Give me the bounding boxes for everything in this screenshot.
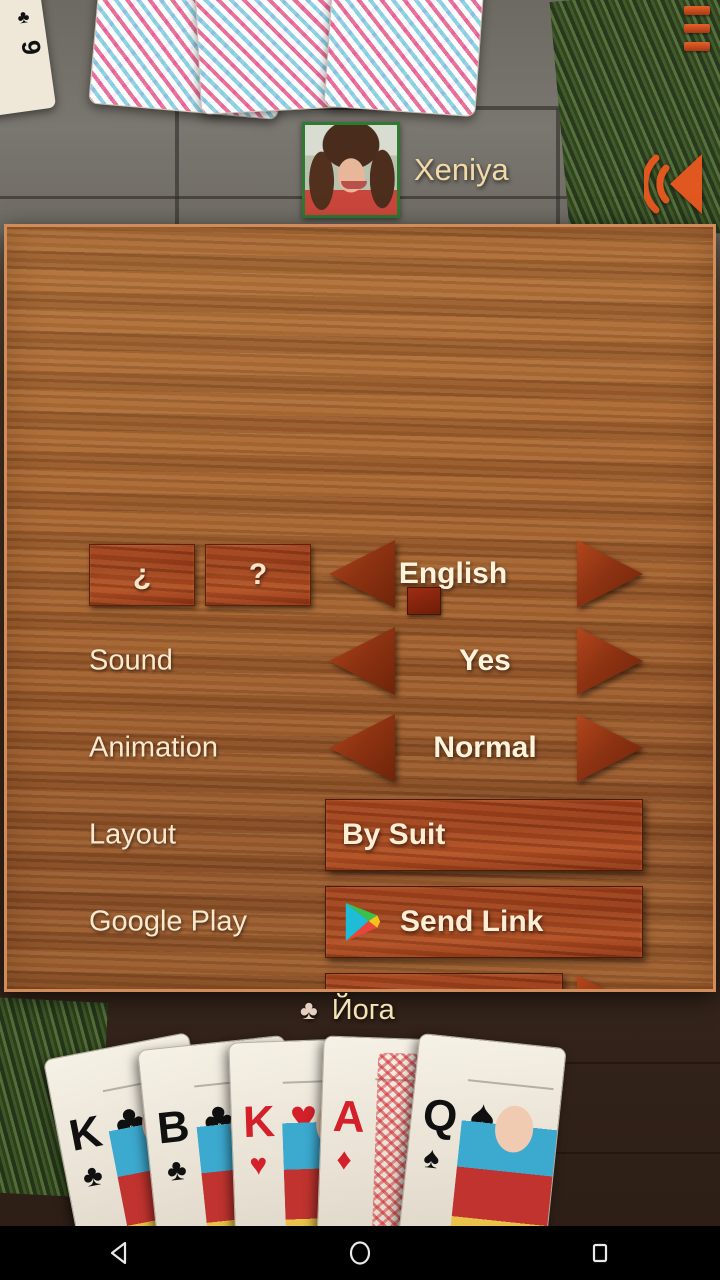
language-next-button[interactable] [573,538,647,610]
card-rank: K [242,1097,276,1148]
settings-row-layout: Layout By Suit [7,792,713,878]
club-suit-icon: ♣ [16,6,31,28]
recents-square-icon[interactable] [558,1226,642,1280]
card-suit-small: ♦ [335,1143,353,1177]
card-rank: B [154,1101,192,1154]
settings-panel: ¿ ? English Sound Yes Animation Normal L… [4,224,716,992]
internet-button[interactable]: Internet [325,973,563,989]
google-play-value: Send Link [400,905,544,938]
send-link-button[interactable]: Send Link [325,886,643,958]
card-rank: 9 [15,38,47,57]
avatar[interactable] [302,122,400,218]
settings-row-animation: Animation Normal [7,705,713,791]
card-suit-small: ♣ [165,1152,189,1188]
card-suit-small: ♠ [421,1141,442,1176]
sound-prev-button[interactable] [325,625,399,697]
layout-label: Layout [89,818,177,851]
top-player-info: Xeniya [302,122,509,218]
avatar-photo [305,125,397,215]
floor-seam [556,108,560,224]
settings-row-language: English [7,531,713,617]
settings-row-play: Play Internet [7,966,713,989]
android-nav-bar [0,1226,720,1280]
back-triangle-icon[interactable] [78,1226,162,1280]
sound-label: Sound [89,644,173,677]
settings-row-google-play: Google Play Send Link [7,879,713,965]
sound-value: Yes [459,644,511,677]
layout-value-button[interactable]: By Suit [325,799,643,871]
language-prev-button[interactable] [325,538,399,610]
menu-bar [684,6,710,15]
google-play-icon [342,901,382,943]
settings-row-sound: Sound Yes [7,618,713,704]
hamburger-menu-icon[interactable] [684,6,710,60]
card-border-line [467,1079,554,1091]
menu-bar [684,42,710,51]
top-player-name: Xeniya [414,152,509,187]
menu-bar [684,24,710,33]
google-play-label: Google Play [89,905,247,938]
play-start-button[interactable] [573,973,647,989]
card-suit-small: ♥ [249,1148,268,1182]
animation-label: Animation [89,731,218,764]
animation-value: Normal [433,731,537,764]
card-rank: K [65,1106,106,1161]
animation-prev-button[interactable] [325,712,399,784]
bottom-player-info: ♣ Йога [300,994,395,1027]
card-suit-small: ♣ [79,1158,106,1195]
speaker-on-icon[interactable] [641,148,706,220]
bottom-player-name: Йога [331,994,395,1026]
animation-next-button[interactable] [573,712,647,784]
globe-icon [342,987,384,989]
floor-seam [175,106,179,224]
home-circle-icon[interactable] [318,1226,402,1280]
card-rank: A [332,1091,366,1142]
sound-next-button[interactable] [573,625,647,697]
app-screen: ♣ 9 Xeniya ¿ ? English Sound Yes Animati… [0,0,720,1280]
layout-value: By Suit [342,818,446,851]
card-back [323,0,489,118]
card-rank: Q [420,1089,460,1143]
club-suit-icon: ♣ [300,995,318,1025]
language-flag-icon [407,587,441,615]
language-value: English [398,557,508,590]
